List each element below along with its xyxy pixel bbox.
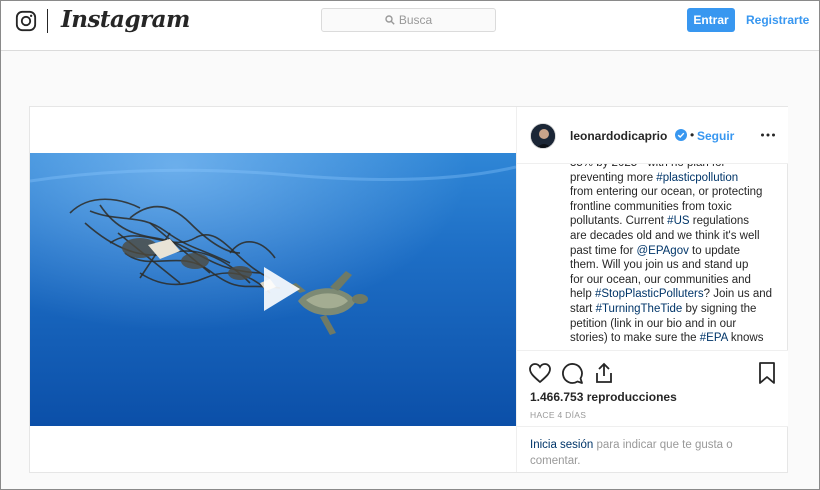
caption-line: past time for @EPAgov to update (570, 244, 780, 259)
caption-text: petition (link in our bio and in our (570, 317, 737, 330)
caption-line: start #TurningTheTide by signing the (570, 302, 780, 317)
search-placeholder: Busca (398, 13, 433, 27)
caption-text: pollutants. Current (570, 215, 668, 228)
caption-line: for our ocean, our communities and (570, 273, 780, 288)
caption-text: start (570, 302, 596, 315)
caption-text: regulations (689, 215, 750, 228)
caption-text: stories) to make sure the (570, 332, 700, 345)
caption-line: from entering our ocean, or protecting (570, 185, 780, 200)
post-timestamp[interactable]: HACE 4 DÍAS (530, 410, 586, 420)
comment-login-prompt: Inicia sesión para indicar que te gusta … (517, 426, 788, 472)
play-icon[interactable] (250, 261, 306, 317)
caption-text: ? Join us and (703, 288, 773, 301)
caption-line: frontline communities from toxic (570, 200, 780, 215)
share-icon[interactable] (592, 361, 616, 385)
heart-icon[interactable] (528, 361, 552, 385)
caption-text: them. Will you join us and stand up (570, 259, 749, 272)
post-video[interactable] (30, 153, 516, 426)
comment-icon[interactable] (560, 361, 584, 385)
caption-line: petition (link in our bio and in our (570, 317, 780, 332)
caption-line: pollutants. Current #US regulations (570, 214, 780, 229)
bookmark-icon[interactable] (755, 361, 779, 385)
login-button[interactable]: Entrar (687, 8, 735, 32)
follow-separator: • (690, 128, 695, 142)
caption-text: past time for (570, 244, 637, 257)
post-side-panel: leonardodicaprio • Seguir 35% by 2025 - … (516, 107, 788, 472)
caption-text: are decades old and we think it's well (570, 229, 760, 242)
brand-divider (47, 9, 48, 33)
search-input[interactable]: Busca (321, 8, 496, 32)
hashtag-link[interactable]: #US (667, 215, 689, 227)
hashtag-link[interactable]: #EPA (700, 332, 728, 344)
instagram-glyph-icon[interactable] (15, 10, 37, 32)
hashtag-link[interactable]: @EPAgov (636, 245, 688, 257)
avatar[interactable] (530, 123, 556, 149)
hashtag-link[interactable]: #plasticpollution (656, 172, 738, 184)
view-count: 1.466.753 reproducciones (530, 390, 677, 404)
post-actions: 1.466.753 reproducciones HACE 4 DÍAS (517, 350, 788, 426)
caption-text: frontline communities from toxic (570, 200, 732, 213)
caption-text: knows (727, 332, 764, 345)
search-icon (385, 15, 395, 25)
caption-text: help (570, 288, 595, 301)
hashtag-link[interactable]: #StopPlasticPolluters (595, 288, 704, 300)
login-link[interactable]: Inicia sesión (530, 439, 593, 451)
caption-line: help #StopPlasticPolluters? Join us and (570, 287, 780, 302)
caption-line: preventing more #plasticpollution (570, 171, 780, 186)
instagram-wordmark[interactable]: Instagram (61, 6, 190, 33)
caption-text: for our ocean, our communities and (570, 273, 751, 286)
caption-line: them. Will you join us and stand up (570, 258, 780, 273)
post-caption: 35% by 2025 - with no plan forpreventing… (570, 156, 780, 350)
hashtag-link[interactable]: #TurningTheTide (596, 303, 683, 315)
top-navigation-bar: Instagram Busca Entrar Registrarte (1, 1, 819, 51)
caption-text: by signing the (682, 302, 757, 315)
post-username[interactable]: leonardodicaprio (570, 129, 667, 143)
verified-badge-icon (675, 129, 687, 141)
more-options-icon[interactable] (760, 127, 776, 143)
caption-text: to update (688, 244, 740, 257)
post-header: leonardodicaprio • Seguir (517, 107, 788, 164)
caption-line: are decades old and we think it's well (570, 229, 780, 244)
caption-text: from entering our ocean, or protecting (570, 186, 763, 199)
signup-link[interactable]: Registrarte (746, 13, 809, 27)
post-card: leonardodicaprio • Seguir 35% by 2025 - … (29, 106, 788, 473)
follow-button[interactable]: Seguir (697, 129, 734, 143)
caption-line: stories) to make sure the #EPA knows (570, 331, 780, 346)
caption-text: preventing more (570, 171, 657, 184)
